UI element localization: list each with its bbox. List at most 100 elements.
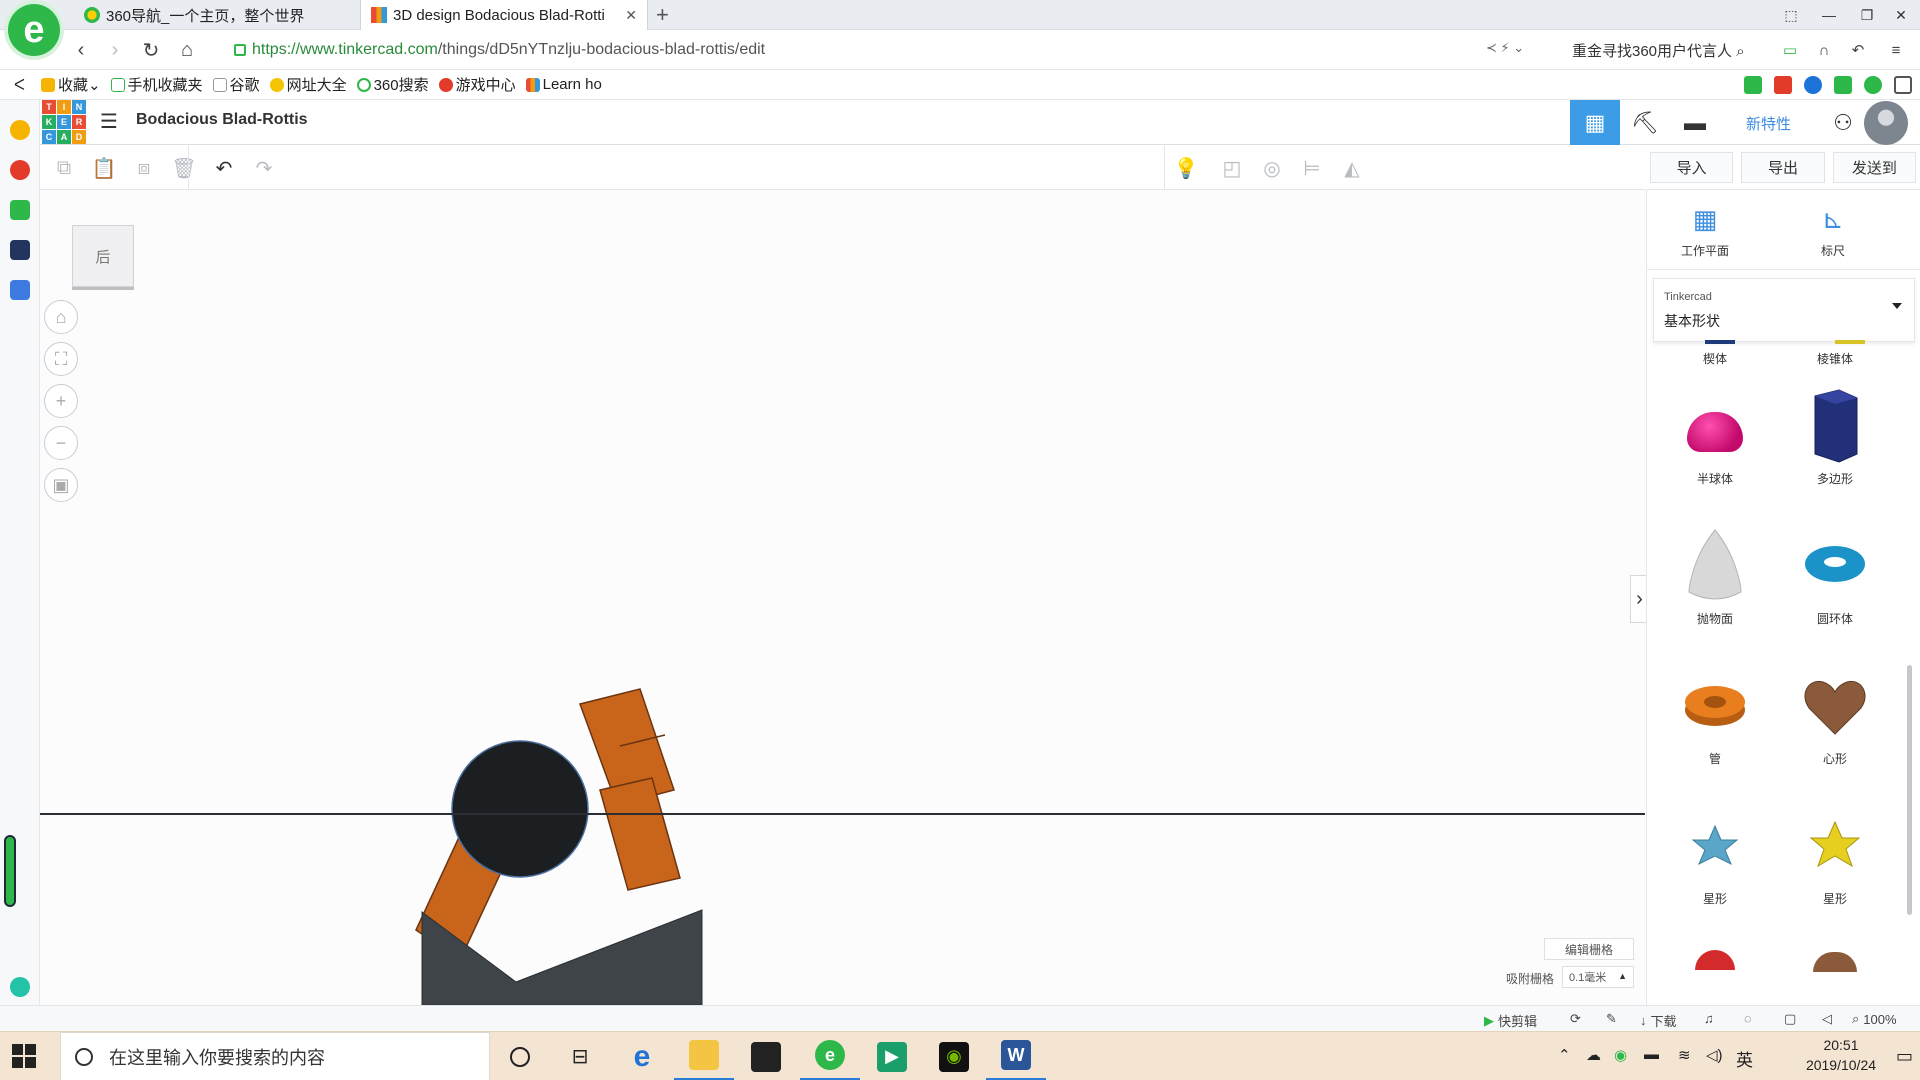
screenshot-icon[interactable]: ◌ [1744, 1011, 1752, 1026]
bricks-icon[interactable]: ▬ [1670, 100, 1720, 145]
shape-pyramid[interactable]: 棱锥体 [1775, 340, 1895, 367]
shape-polygon[interactable]: 多边形 [1775, 384, 1895, 487]
restore-icon[interactable]: ❐ [1848, 0, 1886, 30]
cut-icon[interactable] [1774, 76, 1792, 94]
paste-icon[interactable]: 📋 [90, 154, 118, 182]
tinkercad-logo-icon[interactable]: TIN KER CAD [42, 100, 86, 144]
design-list-icon[interactable]: ☰ [100, 111, 122, 133]
sphere[interactable] [451, 740, 589, 878]
workplane-canvas[interactable]: 后 ⌂ ⛶ + − ▣ › 编辑栅格 吸附栅格 0.1毫米 ▲ [40, 190, 1648, 1005]
window-icon[interactable]: ▢ [1784, 1011, 1796, 1027]
bookmark-games[interactable]: 游戏中心 [438, 74, 516, 95]
star-icon[interactable] [10, 120, 30, 140]
store-icon[interactable] [736, 1032, 796, 1080]
minimize-icon[interactable]: — [1810, 0, 1848, 30]
360-browser-taskbar-icon[interactable]: e [800, 1032, 860, 1080]
speaker-icon[interactable]: ◁) [1706, 1046, 1723, 1064]
bookmark-sites[interactable]: 网址大全 [269, 74, 347, 95]
volume-icon[interactable]: ◁ [1822, 1011, 1832, 1027]
shield-icon[interactable] [1864, 76, 1882, 94]
delete-icon[interactable]: 🗑 [170, 154, 198, 182]
pin-icon[interactable]: ⬚ [1772, 0, 1810, 30]
close-window-icon[interactable]: ✕ [1882, 0, 1920, 30]
shape-partial-brown[interactable] [1775, 944, 1895, 1005]
forward-icon[interactable]: › [102, 38, 128, 62]
document-icon[interactable] [10, 280, 30, 300]
shape-library-select[interactable]: Tinkercad 基本形状 [1653, 278, 1915, 342]
url-field[interactable]: https://www.tinkercad.com /things/dD5nYT… [234, 36, 1534, 64]
add-user-icon[interactable]: ⚇ [1826, 106, 1860, 140]
weibo-icon[interactable] [10, 160, 30, 180]
new-features-link[interactable]: 新特性 [1746, 113, 1791, 134]
zoom-control[interactable]: ⌕ 100% [1852, 1011, 1897, 1027]
tray-expand-icon[interactable]: ⌃ [1558, 1046, 1571, 1064]
show-all-bulb-icon[interactable]: 💡 [1172, 154, 1200, 182]
home-icon[interactable]: ⌂ [174, 38, 200, 62]
align-icon[interactable]: ⊨ [1298, 154, 1326, 182]
battery-icon[interactable]: ▭ [1778, 38, 1802, 62]
file-explorer-icon[interactable] [674, 1032, 734, 1080]
avatar[interactable] [1864, 101, 1908, 145]
undo-icon[interactable]: ↶ [210, 154, 238, 182]
snap-grid-select[interactable]: 0.1毫米 ▲ [1562, 966, 1634, 988]
right-arm[interactable] [579, 688, 681, 891]
shape-torus[interactable]: 圆环体 [1775, 524, 1895, 627]
menu-icon[interactable]: ≡ [1884, 38, 1908, 62]
send-to-button[interactable]: 发送到 [1832, 152, 1916, 183]
onedrive-icon[interactable]: ☁ [1586, 1046, 1601, 1064]
extension-icon[interactable] [1744, 76, 1762, 94]
bookmarks-collapse-icon[interactable]: ᐸ [14, 76, 25, 94]
bell-icon[interactable]: ♫ [1704, 1011, 1714, 1026]
shape-hemisphere[interactable]: 半球体 [1655, 384, 1775, 487]
export-button[interactable]: 导出 [1741, 152, 1825, 183]
download-button[interactable]: ↓ 下载 [1640, 1011, 1677, 1030]
360-tray-icon[interactable]: ◉ [1614, 1046, 1627, 1064]
cortana-icon[interactable] [490, 1032, 550, 1080]
panel-scrollbar[interactable] [1907, 665, 1912, 915]
tab-360-nav[interactable]: 360导航_一个主页，整个世界 [74, 0, 360, 30]
3d-model-scene[interactable] [40, 190, 1645, 1005]
taskbar-search[interactable]: 在这里输入你要搜索的内容 [60, 1032, 490, 1080]
import-button[interactable]: 导入 [1650, 152, 1734, 183]
ime-indicator[interactable]: 英 [1736, 1046, 1753, 1071]
progress-meter-icon[interactable] [4, 835, 16, 907]
360-browser-logo-icon[interactable]: e [8, 4, 60, 56]
bookmark-mobile[interactable]: 手机收藏夹 [110, 74, 203, 95]
bookmark-google[interactable]: 谷歌 [212, 74, 260, 95]
edge-app-icon[interactable]: e [612, 1032, 672, 1080]
task-view-icon[interactable]: ⊟ [550, 1032, 610, 1080]
media-player-icon[interactable]: ▶ [862, 1032, 922, 1080]
shape-star-blue[interactable]: 星形 [1655, 804, 1775, 907]
edit-grid-button[interactable]: 编辑栅格 [1544, 938, 1634, 960]
speed-icon[interactable]: ⟳ [1570, 1011, 1581, 1027]
blocks-pickaxe-icon[interactable]: ⛏ [1620, 100, 1670, 145]
group-icon[interactable]: ◰ [1218, 154, 1246, 182]
system-clock[interactable]: 20:51 2019/10/24 [1796, 1035, 1886, 1075]
workplane-tool[interactable]: ▦ 工作平面 [1665, 202, 1745, 259]
bookmark-favorites[interactable]: 收藏 ⌄ [40, 74, 101, 95]
shape-partial-red[interactable] [1655, 944, 1775, 1005]
copy-icon[interactable]: ⧉ [50, 154, 78, 182]
share-icon[interactable]: ≺ ⚡ ⌄ [1486, 40, 1524, 56]
notification-icon[interactable]: ▭ [1896, 1046, 1913, 1067]
shape-wedge[interactable]: 楔体 [1655, 340, 1775, 367]
mail-icon[interactable] [10, 200, 30, 220]
quick-clip[interactable]: ▶ 快剪辑 [1484, 1011, 1537, 1030]
duplicate-icon[interactable]: ⧈ [130, 154, 158, 182]
news-icon[interactable] [10, 240, 30, 260]
word-icon[interactable]: W [986, 1032, 1046, 1080]
undo-close-icon[interactable]: ↶ [1846, 38, 1870, 62]
find-icon[interactable] [1804, 76, 1822, 94]
project-title[interactable]: Bodacious Blad-Rottis [136, 111, 308, 129]
bookmark-learn[interactable]: Learn ho [525, 76, 602, 93]
new-tab-icon[interactable]: + [656, 2, 669, 28]
pin-status-icon[interactable]: ✎ [1606, 1011, 1617, 1027]
grid-icon[interactable] [1894, 76, 1912, 94]
tab-tinkercad[interactable]: 3D design Bodacious Blad-Rotti ✕ [360, 0, 648, 30]
windows-start-icon[interactable] [12, 1044, 36, 1068]
reload-icon[interactable]: ↻ [138, 38, 164, 62]
mirror-icon[interactable]: ◭ [1338, 154, 1366, 182]
ruler-tool[interactable]: ⊾ 标尺 [1793, 202, 1873, 259]
promo-text[interactable]: 重金寻找360用户代言人 ⌕ [1572, 40, 1745, 61]
gamepad-icon[interactable] [1834, 76, 1852, 94]
